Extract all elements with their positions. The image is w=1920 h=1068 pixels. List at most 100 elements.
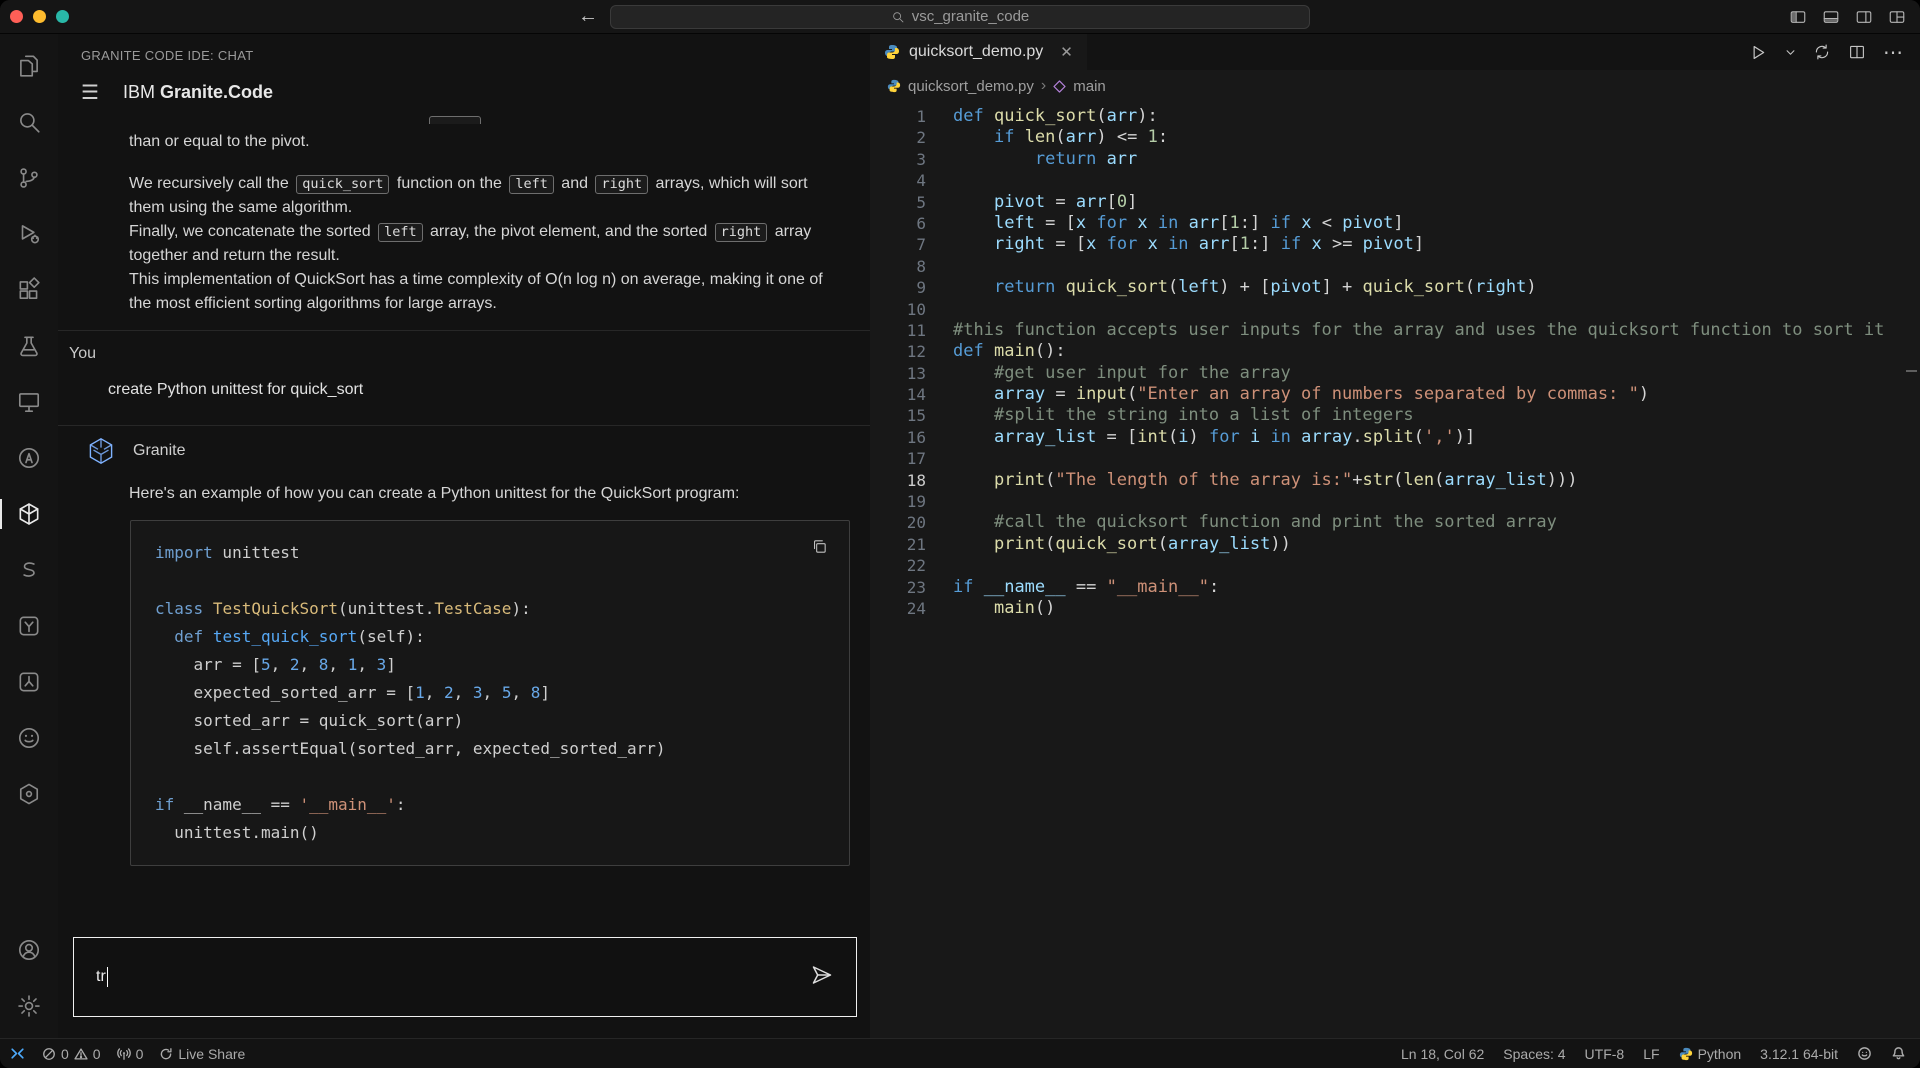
editor-code-line: 15 #split the string into a list of inte… (870, 405, 1920, 426)
hexagon-extension-icon[interactable] (0, 770, 58, 818)
line-number: 4 (870, 170, 926, 191)
editor-code-line: 18 print("The length of the array is:"+s… (870, 470, 1920, 491)
editor-code-line: 13 #get user input for the array (870, 363, 1920, 384)
send-message-icon[interactable] (810, 963, 834, 992)
editor-code-line: 10 (870, 299, 1920, 320)
line-number: 21 (870, 534, 926, 555)
chat-header: ☰ IBM Granite.Code (58, 70, 870, 114)
tab-label: quicksort_demo.py (909, 43, 1043, 61)
run-file-icon[interactable] (1749, 43, 1768, 62)
indentation-setting[interactable]: Spaces: 4 (1503, 1046, 1565, 1062)
assistant-paragraph: This implementation of QuickSort has a t… (129, 268, 834, 316)
live-share-button[interactable]: Live Share (159, 1046, 245, 1062)
encoding-setting[interactable]: UTF-8 (1585, 1046, 1625, 1062)
testing-flask-icon[interactable] (0, 322, 58, 370)
command-center-search[interactable]: vsc_granite_code (610, 5, 1310, 29)
code-line: unittest.main() (155, 819, 825, 847)
line-number: 13 (870, 363, 926, 384)
code-line: class TestQuickSort(unittest.TestCase): (155, 595, 825, 623)
code-line: expected_sorted_arr = [1, 2, 3, 5, 8] (155, 679, 825, 707)
line-number: 20 (870, 512, 926, 533)
eol-setting[interactable]: LF (1643, 1046, 1659, 1062)
line-number: 6 (870, 213, 926, 234)
settings-gear-icon[interactable] (0, 982, 58, 1030)
breadcrumb-file[interactable]: quicksort_demo.py (908, 78, 1034, 95)
editor-code-line: 4 (870, 170, 1920, 191)
menu-hamburger-icon[interactable]: ☰ (81, 80, 99, 105)
tab-quicksort-demo[interactable]: quicksort_demo.py ✕ (870, 34, 1087, 70)
interpreter-version[interactable]: 3.12.1 64-bit (1760, 1046, 1838, 1062)
s-curve-extension-icon[interactable] (0, 546, 58, 594)
explorer-icon[interactable] (0, 42, 58, 90)
toggle-sidebar-icon[interactable] (1789, 8, 1807, 26)
language-mode[interactable]: Python (1679, 1046, 1742, 1062)
assistant-role-label: Granite (133, 442, 185, 460)
toggle-panel-icon[interactable] (1822, 8, 1840, 26)
remote-explorer-icon[interactable] (0, 378, 58, 426)
chat-input[interactable]: tr (73, 937, 857, 1017)
branch-box-extension-icon-1[interactable] (0, 602, 58, 650)
breadcrumb-symbol[interactable]: main (1073, 78, 1106, 95)
minimize-window-button[interactable] (33, 10, 46, 23)
cursor-position[interactable]: Ln 18, Col 62 (1401, 1046, 1484, 1062)
code-line: self.assertEqual(sorted_arr, expected_so… (155, 735, 825, 763)
live-share-icon (159, 1047, 173, 1061)
ports-indicator[interactable]: 0 (117, 1046, 144, 1062)
line-number: 2 (870, 127, 926, 148)
line-number: 9 (870, 277, 926, 298)
editor-code-line: 16 array_list = [int(i) for i in array.s… (870, 427, 1920, 448)
split-editor-icon[interactable] (1848, 43, 1866, 61)
remote-icon (9, 1045, 26, 1062)
ports-count: 0 (136, 1046, 144, 1062)
copy-code-icon[interactable] (811, 536, 828, 564)
customize-layout-icon[interactable] (1888, 8, 1906, 26)
editor-area: quicksort_demo.py ✕ ⋯ quicksort_demo.py … (870, 34, 1920, 1038)
user-message-group: You create Python unittest for quick_sor… (58, 330, 870, 425)
python-file-icon (887, 79, 901, 93)
editor-code-line: 22 (870, 555, 1920, 576)
extensions-icon[interactable] (0, 266, 58, 314)
line-number: 15 (870, 405, 926, 426)
line-number: 19 (870, 491, 926, 512)
editor-code-line: 1def quick_sort(arr): (870, 106, 1920, 127)
sync-run-icon[interactable] (1813, 43, 1831, 61)
search-value: vsc_granite_code (912, 8, 1030, 25)
source-control-icon[interactable] (0, 154, 58, 202)
symbol-method-icon (1053, 80, 1066, 93)
notifications-bell-icon[interactable] (1891, 1046, 1906, 1061)
remote-indicator[interactable] (9, 1045, 26, 1062)
line-number: 3 (870, 149, 926, 170)
account-icon[interactable] (0, 926, 58, 974)
back-arrow-icon[interactable]: ← (578, 5, 598, 28)
language-label: Python (1698, 1046, 1742, 1062)
close-window-button[interactable] (10, 10, 23, 23)
run-dropdown-chevron-icon[interactable] (1785, 47, 1796, 58)
warning-count: 0 (93, 1046, 101, 1062)
editor-code-line: 6 left = [x for x in arr[1:] if x < pivo… (870, 213, 1920, 234)
editor-code-line: 8 (870, 256, 1920, 277)
toggle-secondary-sidebar-icon[interactable] (1855, 8, 1873, 26)
search-sidebar-icon[interactable] (0, 98, 58, 146)
feedback-icon[interactable] (1857, 1046, 1872, 1061)
code-line: sorted_arr = quick_sort(arr) (155, 707, 825, 735)
more-actions-icon[interactable]: ⋯ (1883, 40, 1904, 65)
problems-indicator[interactable]: 0 0 (42, 1046, 101, 1062)
assistant-paragraph: We recursively call the quick_sort funct… (129, 172, 834, 220)
tab-close-icon[interactable]: ✕ (1060, 43, 1073, 61)
run-debug-icon[interactable] (0, 210, 58, 258)
editor-code-line: 9 return quick_sort(left) + [pivot] + qu… (870, 277, 1920, 298)
circle-a-extension-icon[interactable] (0, 434, 58, 482)
branch-box-extension-icon-2[interactable] (0, 658, 58, 706)
granite-logo-icon (86, 436, 116, 466)
python-file-icon (884, 44, 900, 60)
smiley-extension-icon[interactable] (0, 714, 58, 762)
editor-code-line: 2 if len(arr) <= 1: (870, 127, 1920, 148)
maximize-window-button[interactable] (56, 10, 69, 23)
line-number: 22 (870, 555, 926, 576)
editor-code[interactable]: 1def quick_sort(arr):2 if len(arr) <= 1:… (870, 102, 1920, 1038)
window-controls (0, 10, 69, 23)
editor-code-line: 21 print(quick_sort(array_list)) (870, 534, 1920, 555)
clipped-line-fragment (58, 114, 870, 124)
granite-extension-icon[interactable] (0, 490, 58, 538)
editor-code-line: 12def main(): (870, 341, 1920, 362)
